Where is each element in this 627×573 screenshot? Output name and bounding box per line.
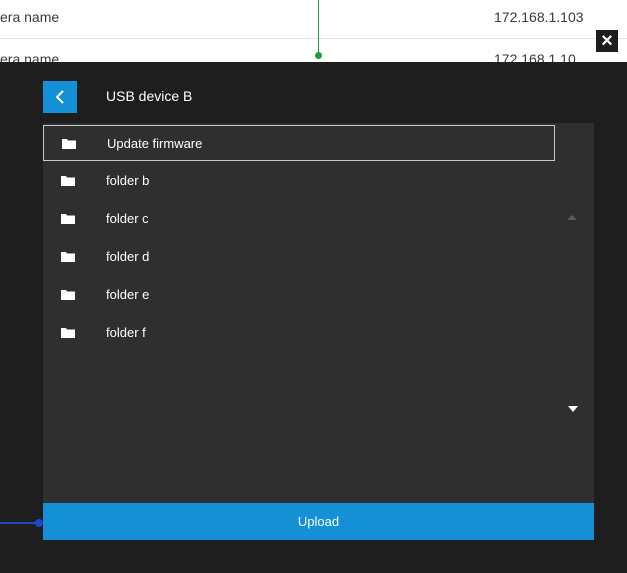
folder-icon	[61, 176, 75, 186]
folder-item-label: folder f	[106, 325, 146, 340]
folder-item-label: folder d	[106, 249, 150, 264]
folder-icon	[61, 252, 75, 262]
chevron-left-icon	[55, 90, 64, 104]
folder-item-update-firmware[interactable]: Update firmware	[43, 125, 555, 161]
folder-icon	[61, 328, 75, 338]
folder-list: Update firmware folder b folder c folder…	[43, 123, 594, 503]
modal-title: USB device B	[106, 88, 193, 104]
back-button[interactable]	[43, 81, 77, 113]
folder-item-b[interactable]: folder b	[43, 163, 555, 199]
table-row[interactable]: era name 172.168.1.103	[0, 0, 627, 39]
connector-dot	[35, 519, 43, 527]
folder-icon	[61, 290, 75, 300]
folder-item-label: folder c	[106, 211, 149, 226]
folder-item-c[interactable]: folder c	[43, 201, 555, 237]
connector-dot	[315, 52, 322, 59]
folder-item-f[interactable]: folder f	[43, 315, 555, 351]
folder-item-label: folder e	[106, 287, 150, 302]
connector-line	[0, 522, 40, 524]
upload-button[interactable]: Upload	[43, 503, 594, 540]
folder-item-label: Update firmware	[107, 136, 203, 151]
scroll-down-arrow-icon[interactable]	[568, 406, 578, 412]
folder-item-d[interactable]: folder d	[43, 239, 555, 275]
camera-name-cell: era name	[0, 9, 60, 25]
scroll-up-arrow-icon[interactable]	[567, 215, 577, 220]
folder-icon	[61, 214, 75, 224]
folder-item-e[interactable]: folder e	[43, 277, 555, 313]
close-icon: ×	[601, 30, 613, 52]
ip-address-cell: 172.168.1.103	[494, 9, 584, 25]
close-button[interactable]: ×	[596, 30, 618, 52]
folder-icon	[62, 139, 76, 149]
connector-line	[318, 0, 319, 56]
folder-item-label: folder b	[106, 173, 150, 188]
